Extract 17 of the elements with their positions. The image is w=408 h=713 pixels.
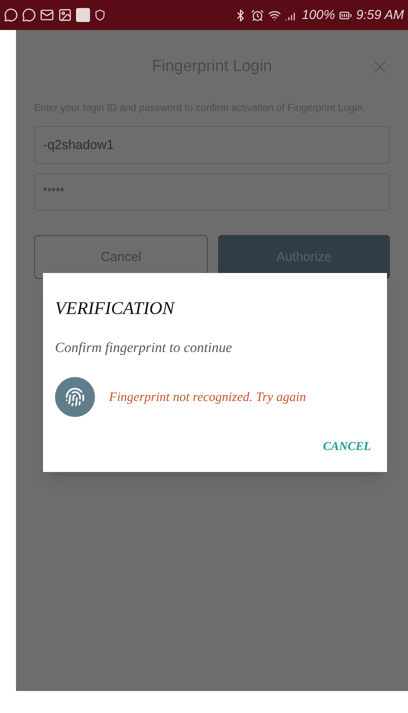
clock-time: 9:59 AM [356,6,404,24]
chat-bubble-icon [22,8,36,22]
alarm-icon [250,8,264,22]
error-message: Fingerprint not recognized. Try again [109,388,306,406]
battery-percent: 100% [302,6,336,24]
image-icon [58,8,72,22]
shield-icon [94,9,106,21]
wifi-icon [268,8,281,22]
dialog-title: VERIFICATION [55,297,176,320]
fingerprint-icon [55,377,95,417]
login-id-field[interactable]: -q2shadow1 [34,126,390,164]
mail-icon [40,8,54,22]
battery-icon [339,8,352,22]
chat-bubble-icon [4,8,18,22]
dialog-prompt: Confirm fingerprint to continue [55,340,233,358]
password-field[interactable]: ***** [34,173,390,211]
dialog-cancel-button[interactable]: CANCEL [318,437,375,455]
